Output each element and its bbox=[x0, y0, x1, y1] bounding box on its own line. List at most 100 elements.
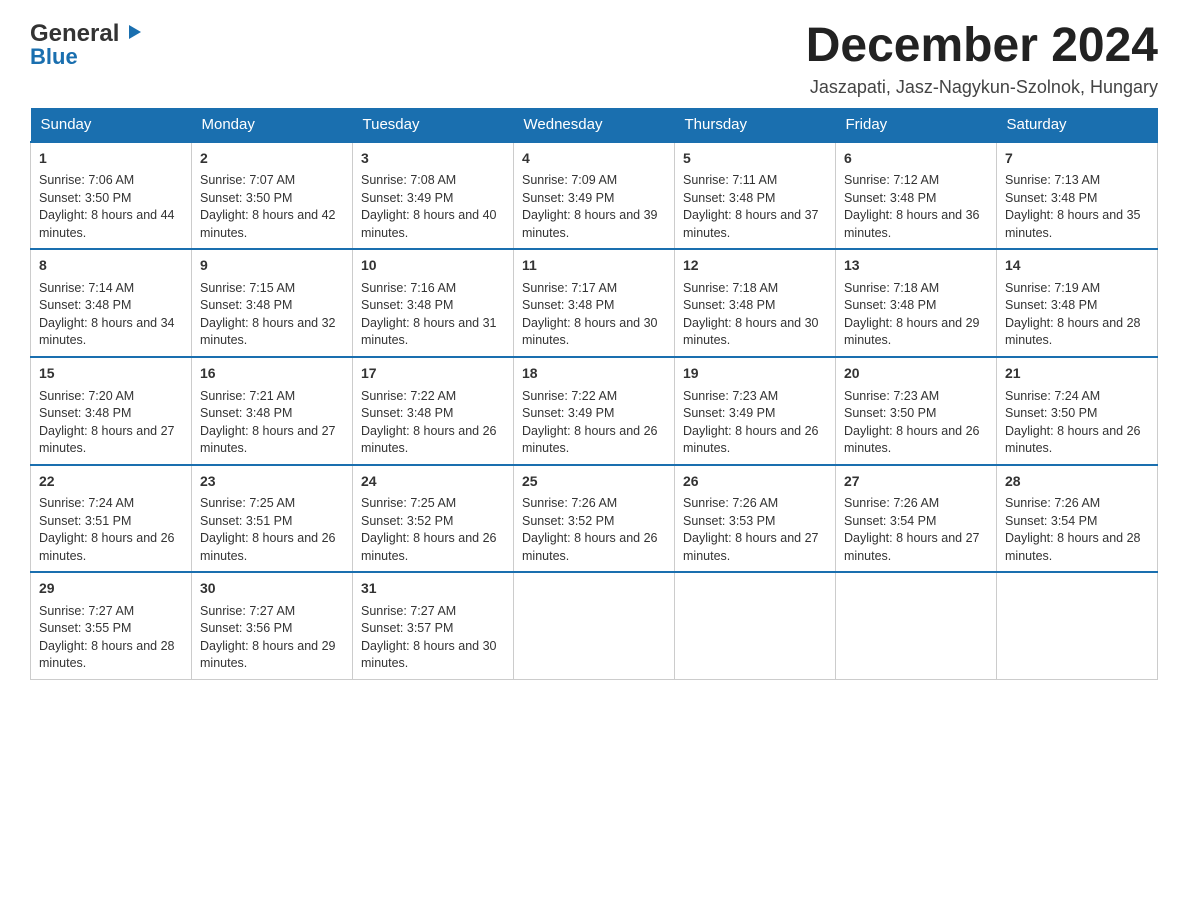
calendar-cell: 13Sunrise: 7:18 AMSunset: 3:48 PMDayligh… bbox=[836, 249, 997, 357]
week-row-5: 29Sunrise: 7:27 AMSunset: 3:55 PMDayligh… bbox=[31, 572, 1158, 679]
calendar-cell: 27 Sunrise: 7:26 AMSunset: 3:54 PMDayligh… bbox=[836, 465, 997, 573]
calendar-cell: 31Sunrise: 7:27 AMSunset: 3:57 PMDayligh… bbox=[353, 572, 514, 679]
days-header-row: SundayMondayTuesdayWednesdayThursdayFrid… bbox=[31, 108, 1158, 142]
calendar-cell: 6Sunrise: 7:12 AMSunset: 3:48 PMDaylight… bbox=[836, 142, 997, 250]
day-info: Sunrise: 7:19 AMSunset: 3:48 PMDaylight:… bbox=[1005, 280, 1149, 350]
calendar-cell: 3 Sunrise: 7:08 AMSunset: 3:49 PMDaylight… bbox=[353, 142, 514, 250]
day-info: Sunrise: 7:20 AMSunset: 3:48 PMDaylight:… bbox=[39, 388, 183, 458]
calendar-cell: 12Sunrise: 7:18 AMSunset: 3:48 PMDayligh… bbox=[675, 249, 836, 357]
day-number: 27 bbox=[844, 472, 988, 492]
day-info: Sunrise: 7:26 AMSunset: 3:54 PMDaylight:… bbox=[1005, 495, 1149, 565]
day-info: Sunrise: 7:08 AMSunset: 3:49 PMDaylight:… bbox=[361, 172, 505, 242]
calendar-cell: 25 Sunrise: 7:26 AMSunset: 3:52 PMDayligh… bbox=[514, 465, 675, 573]
day-number: 23 bbox=[200, 472, 344, 492]
day-number: 22 bbox=[39, 472, 183, 492]
day-info: Sunrise: 7:23 AMSunset: 3:49 PMDaylight:… bbox=[683, 388, 827, 458]
day-number: 20 bbox=[844, 364, 988, 384]
day-number: 9 bbox=[200, 256, 344, 276]
calendar-cell: 22 Sunrise: 7:24 AMSunset: 3:51 PMDayligh… bbox=[31, 465, 192, 573]
day-info: Sunrise: 7:24 AMSunset: 3:50 PMDaylight:… bbox=[1005, 388, 1149, 458]
day-number: 1 bbox=[39, 149, 183, 169]
calendar-cell: 8 Sunrise: 7:14 AMSunset: 3:48 PMDaylight… bbox=[31, 249, 192, 357]
day-info: Sunrise: 7:26 AMSunset: 3:52 PMDaylight:… bbox=[522, 495, 666, 565]
day-info: Sunrise: 7:13 AMSunset: 3:48 PMDaylight:… bbox=[1005, 172, 1149, 242]
calendar-cell: 2 Sunrise: 7:07 AMSunset: 3:50 PMDaylight… bbox=[192, 142, 353, 250]
day-number: 11 bbox=[522, 256, 666, 276]
day-info: Sunrise: 7:25 AMSunset: 3:51 PMDaylight:… bbox=[200, 495, 344, 565]
calendar-cell: 21Sunrise: 7:24 AMSunset: 3:50 PMDayligh… bbox=[997, 357, 1158, 465]
week-row-4: 22 Sunrise: 7:24 AMSunset: 3:51 PMDayligh… bbox=[31, 465, 1158, 573]
header-monday: Monday bbox=[192, 108, 353, 142]
day-info: Sunrise: 7:14 AMSunset: 3:48 PMDaylight:… bbox=[39, 280, 183, 350]
day-number: 15 bbox=[39, 364, 183, 384]
day-number: 10 bbox=[361, 256, 505, 276]
calendar-cell: 26 Sunrise: 7:26 AMSunset: 3:53 PMDayligh… bbox=[675, 465, 836, 573]
day-number: 31 bbox=[361, 579, 505, 599]
day-info: Sunrise: 7:11 AMSunset: 3:48 PMDaylight:… bbox=[683, 172, 827, 242]
calendar-cell bbox=[997, 572, 1158, 679]
header-saturday: Saturday bbox=[997, 108, 1158, 142]
day-number: 7 bbox=[1005, 149, 1149, 169]
week-row-3: 15 Sunrise: 7:20 AMSunset: 3:48 PMDayligh… bbox=[31, 357, 1158, 465]
page-header: General Blue December 2024 Jaszapati, Ja… bbox=[30, 20, 1158, 98]
calendar-cell: 19 Sunrise: 7:23 AMSunset: 3:49 PMDayligh… bbox=[675, 357, 836, 465]
header-friday: Friday bbox=[836, 108, 997, 142]
day-info: Sunrise: 7:07 AMSunset: 3:50 PMDaylight:… bbox=[200, 172, 344, 242]
calendar-cell bbox=[514, 572, 675, 679]
day-number: 6 bbox=[844, 149, 988, 169]
logo-blue-text: Blue bbox=[30, 44, 78, 69]
calendar-cell: 4Sunrise: 7:09 AMSunset: 3:49 PMDaylight… bbox=[514, 142, 675, 250]
day-number: 24 bbox=[361, 472, 505, 492]
day-number: 19 bbox=[683, 364, 827, 384]
calendar-cell bbox=[675, 572, 836, 679]
calendar-cell: 30 Sunrise: 7:27 AMSunset: 3:56 PMDayligh… bbox=[192, 572, 353, 679]
day-info: Sunrise: 7:18 AMSunset: 3:48 PMDaylight:… bbox=[683, 280, 827, 350]
calendar-cell: 7 Sunrise: 7:13 AMSunset: 3:48 PMDaylight… bbox=[997, 142, 1158, 250]
header-tuesday: Tuesday bbox=[353, 108, 514, 142]
day-info: Sunrise: 7:25 AMSunset: 3:52 PMDaylight:… bbox=[361, 495, 505, 565]
week-row-1: 1Sunrise: 7:06 AMSunset: 3:50 PMDaylight… bbox=[31, 142, 1158, 250]
day-info: Sunrise: 7:21 AMSunset: 3:48 PMDaylight:… bbox=[200, 388, 344, 458]
calendar-cell: 28 Sunrise: 7:26 AMSunset: 3:54 PMDayligh… bbox=[997, 465, 1158, 573]
day-number: 2 bbox=[200, 149, 344, 169]
day-info: Sunrise: 7:26 AMSunset: 3:54 PMDaylight:… bbox=[844, 495, 988, 565]
logo: General Blue bbox=[30, 20, 143, 70]
day-info: Sunrise: 7:24 AMSunset: 3:51 PMDaylight:… bbox=[39, 495, 183, 565]
day-number: 30 bbox=[200, 579, 344, 599]
day-number: 26 bbox=[683, 472, 827, 492]
calendar-cell: 18Sunrise: 7:22 AMSunset: 3:49 PMDayligh… bbox=[514, 357, 675, 465]
calendar-cell: 29Sunrise: 7:27 AMSunset: 3:55 PMDayligh… bbox=[31, 572, 192, 679]
day-number: 29 bbox=[39, 579, 183, 599]
day-number: 5 bbox=[683, 149, 827, 169]
day-number: 3 bbox=[361, 149, 505, 169]
day-number: 8 bbox=[39, 256, 183, 276]
day-number: 25 bbox=[522, 472, 666, 492]
calendar-cell: 24 Sunrise: 7:25 AMSunset: 3:52 PMDayligh… bbox=[353, 465, 514, 573]
day-number: 16 bbox=[200, 364, 344, 384]
calendar-cell: 16 Sunrise: 7:21 AMSunset: 3:48 PMDayligh… bbox=[192, 357, 353, 465]
day-number: 18 bbox=[522, 364, 666, 384]
day-info: Sunrise: 7:23 AMSunset: 3:50 PMDaylight:… bbox=[844, 388, 988, 458]
calendar-cell: 1Sunrise: 7:06 AMSunset: 3:50 PMDaylight… bbox=[31, 142, 192, 250]
day-number: 28 bbox=[1005, 472, 1149, 492]
calendar-cell: 17Sunrise: 7:22 AMSunset: 3:48 PMDayligh… bbox=[353, 357, 514, 465]
calendar-cell bbox=[836, 572, 997, 679]
day-number: 14 bbox=[1005, 256, 1149, 276]
location-text: Jaszapati, Jasz-Nagykun-Szolnok, Hungary bbox=[806, 77, 1158, 98]
calendar-cell: 9Sunrise: 7:15 AMSunset: 3:48 PMDaylight… bbox=[192, 249, 353, 357]
calendar-cell: 15 Sunrise: 7:20 AMSunset: 3:48 PMDayligh… bbox=[31, 357, 192, 465]
day-info: Sunrise: 7:27 AMSunset: 3:56 PMDaylight:… bbox=[200, 603, 344, 673]
calendar-cell: 14 Sunrise: 7:19 AMSunset: 3:48 PMDayligh… bbox=[997, 249, 1158, 357]
calendar-cell: 20 Sunrise: 7:23 AMSunset: 3:50 PMDayligh… bbox=[836, 357, 997, 465]
header-thursday: Thursday bbox=[675, 108, 836, 142]
header-wednesday: Wednesday bbox=[514, 108, 675, 142]
day-info: Sunrise: 7:22 AMSunset: 3:48 PMDaylight:… bbox=[361, 388, 505, 458]
title-block: December 2024 Jaszapati, Jasz-Nagykun-Sz… bbox=[806, 20, 1158, 98]
day-info: Sunrise: 7:18 AMSunset: 3:48 PMDaylight:… bbox=[844, 280, 988, 350]
calendar-cell: 10Sunrise: 7:16 AMSunset: 3:48 PMDayligh… bbox=[353, 249, 514, 357]
day-info: Sunrise: 7:17 AMSunset: 3:48 PMDaylight:… bbox=[522, 280, 666, 350]
day-info: Sunrise: 7:09 AMSunset: 3:49 PMDaylight:… bbox=[522, 172, 666, 242]
logo-arrow-icon bbox=[121, 21, 143, 48]
calendar-table: SundayMondayTuesdayWednesdayThursdayFrid… bbox=[30, 108, 1158, 680]
day-info: Sunrise: 7:26 AMSunset: 3:53 PMDaylight:… bbox=[683, 495, 827, 565]
